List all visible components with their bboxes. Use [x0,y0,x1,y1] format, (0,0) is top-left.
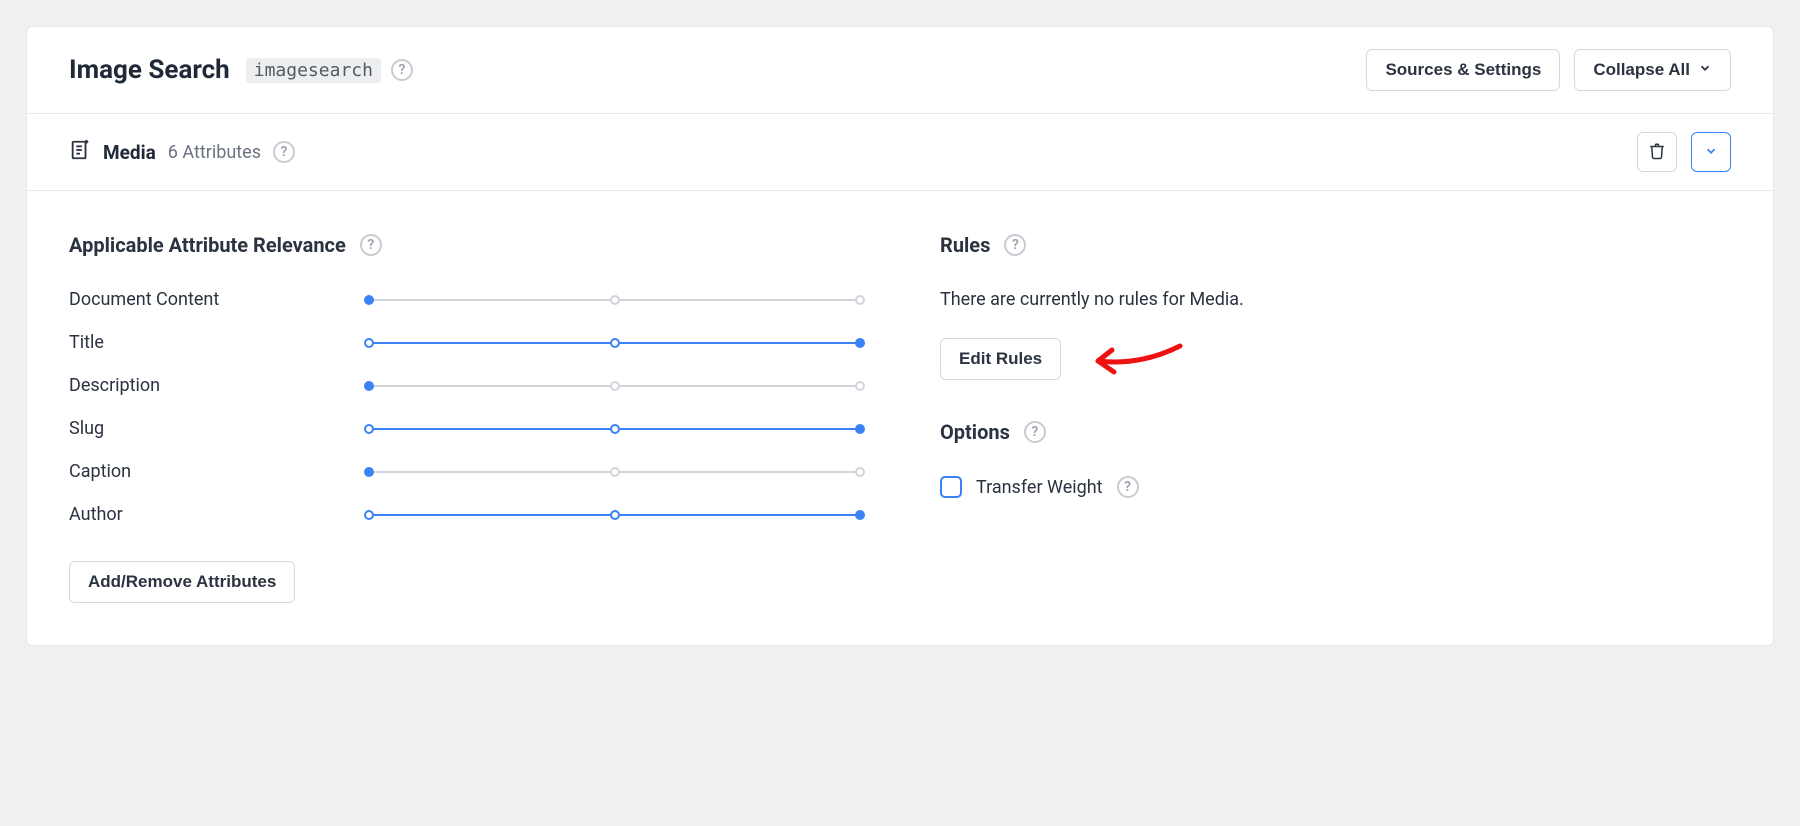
delete-section-button[interactable] [1637,132,1677,172]
slider-stop [610,295,620,305]
slider-stop [610,381,620,391]
slider-track [369,514,615,516]
rules-options-column: Rules ? There are currently no rules for… [940,233,1731,603]
slider-stop [610,424,620,434]
attribute-row: Document Content [69,289,860,310]
transfer-weight-checkbox[interactable] [940,476,962,498]
slider-stop [364,424,374,434]
slider-track [615,471,861,473]
attribute-row: Caption [69,461,860,482]
attribute-label: Slug [69,418,329,439]
collapse-section-button[interactable] [1691,132,1731,172]
trash-icon [1648,141,1666,164]
section-header: Media 6 Attributes ? [27,114,1773,191]
options-heading: Options [940,420,1010,444]
attribute-label: Caption [69,461,329,482]
collapse-all-label: Collapse All [1593,60,1690,80]
slider-stop [610,467,620,477]
edit-rules-wrap: Edit Rules [940,338,1061,380]
help-icon[interactable]: ? [360,234,382,256]
slider-stop [855,295,865,305]
rules-empty-text: There are currently no rules for Media. [940,289,1731,310]
attribute-row: Author [69,504,860,525]
slider-stop [364,338,374,348]
slider-stop [855,510,865,520]
relevance-column: Applicable Attribute Relevance ? Documen… [69,233,860,603]
page-title: Image Search [69,55,230,85]
page-header: Image Search imagesearch ? Sources & Set… [27,27,1773,114]
attribute-row: Description [69,375,860,396]
relevance-slider[interactable] [369,466,860,478]
slider-stop [610,510,620,520]
sources-settings-label: Sources & Settings [1385,60,1541,80]
slider-stop [364,381,374,391]
engine-slug: imagesearch [246,58,381,83]
slider-track [615,428,861,430]
slider-track [615,299,861,301]
slider-stop [855,467,865,477]
section-content: Applicable Attribute Relevance ? Documen… [27,191,1773,645]
attribute-label: Document Content [69,289,329,310]
annotation-arrow-icon [1080,336,1190,386]
relevance-slider[interactable] [369,337,860,349]
slider-track [615,342,861,344]
settings-card: Image Search imagesearch ? Sources & Set… [26,26,1774,646]
relevance-slider[interactable] [369,423,860,435]
document-add-icon [69,139,91,165]
rules-heading: Rules [940,233,990,257]
slider-stop [855,381,865,391]
slider-track [369,428,615,430]
attribute-row: Title [69,332,860,353]
relevance-heading-row: Applicable Attribute Relevance ? [69,233,860,257]
slider-track [369,471,615,473]
collapse-all-button[interactable]: Collapse All [1574,49,1731,91]
slider-stop [610,338,620,348]
slider-stop [855,424,865,434]
relevance-slider[interactable] [369,294,860,306]
edit-rules-label: Edit Rules [959,349,1042,369]
options-heading-row: Options ? [940,420,1731,444]
section-right [1637,132,1731,172]
slider-track [615,385,861,387]
help-icon[interactable]: ? [1117,476,1139,498]
add-remove-attributes-label: Add/Remove Attributes [88,572,276,592]
relevance-slider[interactable] [369,380,860,392]
chevron-down-icon [1704,144,1718,161]
header-left: Image Search imagesearch ? [69,55,413,85]
attribute-row: Slug [69,418,860,439]
attribute-label: Title [69,332,329,353]
slider-stop [855,338,865,348]
relevance-slider[interactable] [369,509,860,521]
options-block: Options ? Transfer Weight ? [940,420,1731,498]
transfer-weight-row: Transfer Weight ? [940,476,1731,498]
rules-heading-row: Rules ? [940,233,1731,257]
header-right: Sources & Settings Collapse All [1366,49,1731,91]
help-icon[interactable]: ? [1024,421,1046,443]
sources-settings-button[interactable]: Sources & Settings [1366,49,1560,91]
attribute-label: Description [69,375,329,396]
chevron-down-icon [1698,60,1712,80]
slider-stop [364,467,374,477]
slider-track [369,299,615,301]
transfer-weight-label: Transfer Weight [976,477,1103,498]
slider-track [369,385,615,387]
slider-track [369,342,615,344]
edit-rules-button[interactable]: Edit Rules [940,338,1061,380]
attribute-count: 6 Attributes [168,142,261,163]
help-icon[interactable]: ? [1004,234,1026,256]
attribute-label: Author [69,504,329,525]
relevance-heading: Applicable Attribute Relevance [69,233,346,257]
slider-stop [364,510,374,520]
help-icon[interactable]: ? [391,59,413,81]
section-left: Media 6 Attributes ? [69,139,295,165]
attribute-list: Document Content Title Description Slug Capt… [69,289,860,525]
slider-stop [364,295,374,305]
section-name: Media [103,141,156,164]
add-remove-attributes-button[interactable]: Add/Remove Attributes [69,561,295,603]
slider-track [615,514,861,516]
help-icon[interactable]: ? [273,141,295,163]
